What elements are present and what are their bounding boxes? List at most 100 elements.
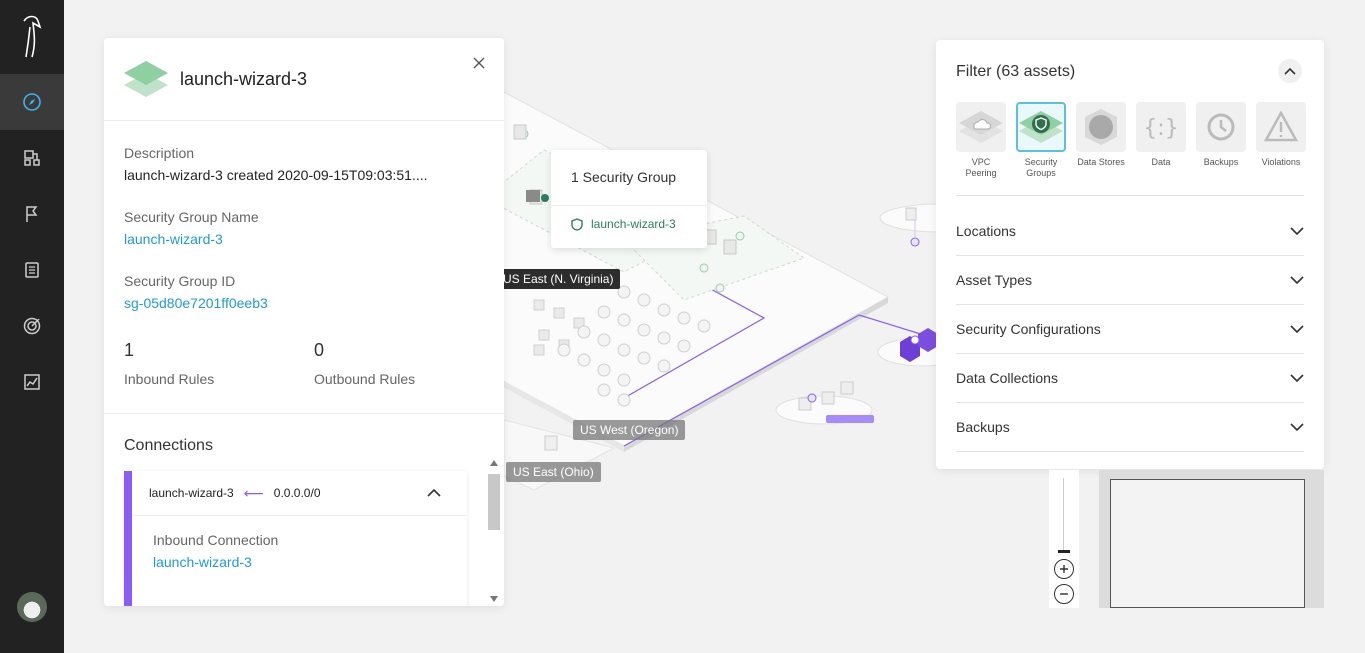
filter-divider xyxy=(956,195,1304,196)
connection-source: launch-wizard-3 xyxy=(149,486,234,500)
shield-icon xyxy=(1019,111,1063,143)
security-group-id-link[interactable]: sg-05d80e7201ff0eeb3 xyxy=(124,295,268,311)
tile-backups-label: Backups xyxy=(1203,157,1239,167)
security-group-icon xyxy=(124,61,168,97)
chevron-down-icon xyxy=(1290,324,1304,333)
outbound-rules-count: 0 xyxy=(314,340,325,360)
inbound-rules-stat: 1 Inbound Rules xyxy=(124,340,214,387)
nav-targets[interactable] xyxy=(0,298,64,354)
details-title: launch-wizard-3 xyxy=(180,68,308,89)
description-value: launch-wizard-3 created 2020-09-15T09:03… xyxy=(124,167,428,183)
filter-section-data-collections[interactable]: Data Collections xyxy=(956,354,1304,403)
zoom-slider-handle[interactable] xyxy=(1058,550,1070,553)
filter-section-label: Backups xyxy=(956,419,1010,435)
minimap-viewport[interactable] xyxy=(1110,479,1305,608)
tile-backups[interactable]: Backups xyxy=(1196,102,1246,179)
chevron-down-icon xyxy=(1290,226,1304,235)
security-group-id-field: Security Group ID sg-05d80e7201ff0eeb3 xyxy=(124,273,268,311)
region-label-us-west-oregon[interactable]: US West (Oregon) xyxy=(573,420,686,440)
region-label-us-east-virginia[interactable]: US East (N. Virginia) xyxy=(496,269,621,289)
topology-icon xyxy=(24,150,40,166)
chevron-down-icon xyxy=(1290,422,1304,431)
compass-icon xyxy=(23,93,41,111)
nav-analytics[interactable] xyxy=(0,354,64,410)
connection-body: Inbound Connection launch-wizard-3 xyxy=(132,516,467,570)
filter-section-locations[interactable]: Locations xyxy=(956,207,1304,256)
chart-icon xyxy=(24,374,40,390)
tile-data[interactable]: {:} Data xyxy=(1136,102,1186,179)
minus-icon xyxy=(1060,593,1068,595)
nav-reports[interactable] xyxy=(0,242,64,298)
nav-explore[interactable] xyxy=(0,74,64,130)
tile-security-groups[interactable]: Security Groups xyxy=(1016,102,1066,179)
user-avatar[interactable] xyxy=(17,592,47,622)
tile-violations-label: Violations xyxy=(1261,157,1301,167)
tile-data-label: Data xyxy=(1151,157,1171,167)
connection-header[interactable]: launch-wizard-3 ⟵ 0.0.0.0/0 xyxy=(132,471,467,516)
minimap[interactable] xyxy=(1099,470,1324,608)
security-group-name-link[interactable]: launch-wizard-3 xyxy=(124,231,259,247)
datastore-icon xyxy=(1085,109,1117,145)
tooltip-item-label: launch-wizard-3 xyxy=(591,217,676,231)
chevron-up-icon[interactable] xyxy=(427,488,441,497)
security-group-name-label: Security Group Name xyxy=(124,209,259,225)
chevron-down-icon xyxy=(1290,373,1304,382)
document-list-icon xyxy=(25,262,39,278)
filter-section-asset-types[interactable]: Asset Types xyxy=(956,256,1304,305)
connection-card: launch-wizard-3 ⟵ 0.0.0.0/0 Inbound Conn… xyxy=(124,471,467,606)
details-divider xyxy=(104,413,504,414)
chevron-down-icon xyxy=(1290,275,1304,284)
details-scrollbar[interactable] xyxy=(488,458,500,606)
details-panel: launch-wizard-3 Description launch-wizar… xyxy=(104,38,504,606)
inbound-rules-label: Inbound Rules xyxy=(124,371,215,387)
outbound-rules-stat: 0 Outbound Rules xyxy=(314,340,415,387)
tile-violations[interactable]: Violations xyxy=(1256,102,1306,179)
filter-section-label: Locations xyxy=(956,223,1016,239)
tile-security-groups-label: Security Groups xyxy=(1024,157,1058,178)
clock-icon xyxy=(1207,113,1235,141)
shield-icon xyxy=(571,217,583,231)
filter-section-backups[interactable]: Backups xyxy=(956,403,1304,452)
tile-data-stores-label: Data Stores xyxy=(1077,157,1125,167)
nav-topology[interactable] xyxy=(0,130,64,186)
scroll-up-icon[interactable] xyxy=(490,460,498,466)
inbound-rules-count: 1 xyxy=(124,340,135,360)
warning-icon xyxy=(1263,110,1299,142)
sidebar xyxy=(0,0,64,653)
zoom-out-button[interactable] xyxy=(1054,584,1074,604)
cloud-icon xyxy=(959,111,1003,143)
target-icon xyxy=(23,317,41,335)
description-field: Description launch-wizard-3 created 2020… xyxy=(124,145,428,183)
scroll-thumb[interactable] xyxy=(488,474,500,530)
filter-section-label: Data Collections xyxy=(956,370,1058,386)
plus-icon xyxy=(1060,565,1068,573)
connection-type-label: Inbound Connection xyxy=(153,532,279,548)
tile-vpc-peering-label: VPC Peering xyxy=(965,157,997,178)
zoom-slider-track[interactable] xyxy=(1063,478,1064,550)
close-icon[interactable] xyxy=(472,56,486,70)
security-group-name-field: Security Group Name launch-wizard-3 xyxy=(124,209,259,247)
filter-title: Filter (63 assets) xyxy=(956,63,1076,80)
zoom-in-button[interactable] xyxy=(1054,559,1074,579)
braces-icon: {:} xyxy=(1143,116,1178,141)
filter-section-label: Security Configurations xyxy=(956,321,1101,337)
nav-flags[interactable] xyxy=(0,186,64,242)
svg-text:{:}: {:} xyxy=(1143,116,1178,141)
asset-type-tiles: VPC Peering Security Groups Data Stores … xyxy=(956,102,1306,179)
security-group-id-label: Security Group ID xyxy=(124,273,236,289)
zoom-controls xyxy=(1049,470,1079,608)
tooltip-item[interactable]: launch-wizard-3 xyxy=(551,206,707,231)
description-label: Description xyxy=(124,145,195,161)
region-label-us-east-ohio[interactable]: US East (Ohio) xyxy=(506,462,601,482)
connection-type-link[interactable]: launch-wizard-3 xyxy=(153,554,467,570)
tile-data-stores[interactable]: Data Stores xyxy=(1076,102,1126,179)
flag-icon xyxy=(26,206,38,222)
tooltip-title: 1 Security Group xyxy=(551,150,707,206)
tile-vpc-peering[interactable]: VPC Peering xyxy=(956,102,1006,179)
bird-logo-icon[interactable] xyxy=(0,0,64,74)
filter-section-security-configurations[interactable]: Security Configurations xyxy=(956,305,1304,354)
details-header: launch-wizard-3 xyxy=(104,38,504,121)
filter-collapse-button[interactable] xyxy=(1278,59,1302,83)
arrow-left-icon: ⟵ xyxy=(243,484,264,501)
scroll-down-icon[interactable] xyxy=(490,596,498,602)
